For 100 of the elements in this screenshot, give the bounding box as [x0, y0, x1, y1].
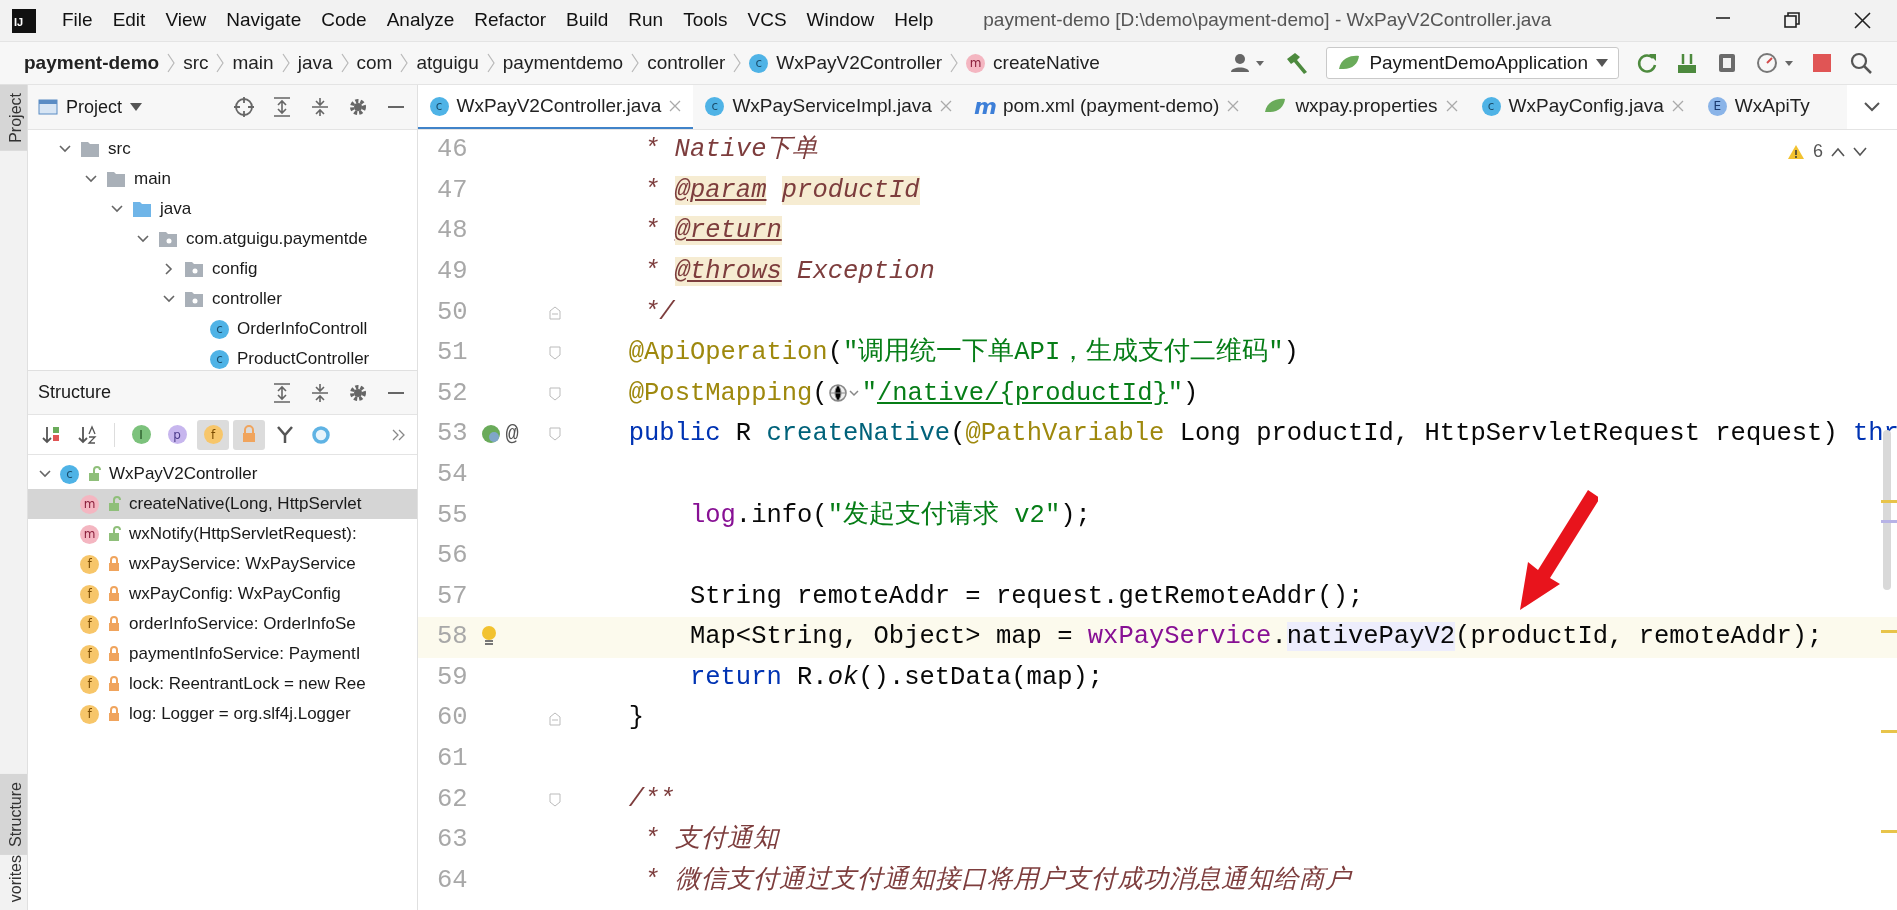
- breadcrumb-item[interactable]: WxPayV2Controller: [776, 48, 943, 78]
- tree-item[interactable]: config: [212, 256, 258, 282]
- menu-item[interactable]: Analyze: [376, 6, 465, 35]
- menu-item[interactable]: Refactor: [464, 6, 557, 35]
- editor-tab[interactable]: wxpay.properties: [1251, 85, 1470, 129]
- more-icon[interactable]: [390, 427, 407, 442]
- menu-item[interactable]: Code: [311, 6, 377, 35]
- breadcrumb-item[interactable]: main: [232, 48, 274, 78]
- chevron-separator-icon: [950, 53, 959, 73]
- code-text: public: [628, 419, 721, 449]
- tree-item[interactable]: com.atguigu.paymentde: [186, 226, 368, 252]
- rerun-icon[interactable]: [1635, 51, 1659, 75]
- structure-item[interactable]: f wxPayService: WxPayService: [28, 549, 417, 579]
- stop-icon[interactable]: [1811, 52, 1833, 74]
- search-icon[interactable]: [1849, 51, 1873, 75]
- code-text: /native/{productId}: [877, 378, 1168, 408]
- menu-item[interactable]: View: [155, 6, 217, 35]
- editor-tab[interactable]: c WxPayServiceImpl.java: [693, 85, 964, 129]
- close-icon[interactable]: [1851, 10, 1873, 31]
- lock-icon: [107, 586, 121, 602]
- caret-icon[interactable]: [130, 103, 143, 111]
- code-text: "调用统一下单API，生成支付二维码": [842, 338, 1284, 368]
- code-text: (: [950, 419, 966, 449]
- structure-item[interactable]: f paymentInfoService: PaymentI: [28, 639, 417, 669]
- structure-item[interactable]: f orderInfoService: OrderInfoSe: [28, 609, 417, 639]
- code-text: /**: [628, 784, 675, 814]
- run-configuration-dropdown[interactable]: PaymentDemoApplication: [1326, 47, 1619, 79]
- gutter-marker[interactable]: @: [505, 417, 519, 451]
- tree-item[interactable]: java: [160, 196, 192, 222]
- tabs-dropdown-icon[interactable]: [1863, 101, 1881, 113]
- menu-item[interactable]: Tools: [673, 6, 738, 35]
- menu-item[interactable]: Build: [556, 6, 619, 35]
- code-text: * Native下单: [644, 135, 819, 165]
- menu-item[interactable]: Navigate: [216, 6, 312, 35]
- bean-icon[interactable]: [479, 423, 502, 446]
- menu-item[interactable]: Help: [884, 6, 944, 35]
- breadcrumb-item[interactable]: atguigu: [416, 48, 479, 78]
- menu-item[interactable]: Run: [618, 6, 674, 35]
- window-title: payment-demo [D:\demo\payment-demo] - WxPayV2Controller.java: [983, 8, 1553, 33]
- code-text: ": [861, 378, 877, 408]
- menu-item[interactable]: VCS: [737, 6, 797, 35]
- breadcrumb-item[interactable]: com: [356, 48, 393, 78]
- tool-window-button[interactable]: vorites: [0, 854, 27, 910]
- line-number: 48: [435, 215, 468, 248]
- line-number: 49: [435, 255, 468, 288]
- editor-tab[interactable]: E WxApiTy: [1695, 85, 1822, 129]
- structure-item[interactable]: m wxNotify(HttpServletRequest):: [28, 519, 417, 549]
- field-icon: f: [80, 554, 99, 574]
- menu-item[interactable]: File: [52, 6, 103, 35]
- code-text: ): [1283, 338, 1299, 368]
- toolbar-toggle[interactable]: p: [161, 419, 193, 450]
- tree-item[interactable]: OrderInfoControll: [237, 316, 368, 342]
- next-icon[interactable]: [1853, 146, 1867, 157]
- code-text: nativePayV2: [1286, 622, 1456, 652]
- tool-window-button[interactable]: Structure: [0, 773, 27, 855]
- line-number: 61: [435, 743, 468, 776]
- code-text: *: [644, 256, 660, 286]
- structure-item[interactable]: f wxPayConfig: WxPayConfig: [28, 579, 417, 609]
- class-icon: c: [60, 464, 79, 484]
- code-text: ok: [827, 662, 859, 692]
- lock-icon: [107, 616, 121, 632]
- panel-title[interactable]: Project: [66, 93, 123, 121]
- tree-item[interactable]: WxPayV2Controller: [109, 461, 258, 487]
- structure-item[interactable]: f lock: ReentrantLock = new Ree: [28, 669, 417, 699]
- tree-item[interactable]: src: [108, 136, 131, 162]
- structure-item[interactable]: m createNative(Long, HttpServlet: [28, 489, 417, 519]
- structure-item[interactable]: f log: Logger = org.slf4j.Logger: [28, 699, 417, 729]
- tree-item[interactable]: ProductController: [237, 346, 370, 370]
- breadcrumb-item[interactable]: controller: [647, 48, 726, 78]
- field-icon: f: [80, 674, 99, 694]
- code-text: @param: [674, 175, 767, 205]
- inspection-widget[interactable]: 6: [1787, 138, 1867, 165]
- locate-icon[interactable]: [232, 96, 255, 118]
- class-icon: c: [210, 319, 229, 339]
- field-icon: f: [80, 644, 99, 664]
- menu-item[interactable]: Edit: [102, 6, 156, 35]
- breadcrumb-item[interactable]: createNative: [993, 48, 1100, 78]
- toolbar-toggle[interactable]: I: [125, 419, 157, 450]
- code-text: R.: [797, 662, 828, 692]
- restore-icon[interactable]: [1781, 10, 1803, 31]
- menu-item[interactable]: Window: [796, 6, 885, 35]
- globe-dropdown-icon[interactable]: [827, 382, 862, 404]
- tool-window-button[interactable]: Project: [0, 85, 27, 151]
- editor-tab[interactable]: c WxPayV2Controller.java: [417, 85, 694, 129]
- package-icon: [184, 260, 204, 278]
- warning-icon: [1787, 143, 1805, 160]
- breadcrumb-item[interactable]: src: [183, 48, 209, 78]
- tree-item[interactable]: controller: [212, 286, 282, 312]
- tree-item[interactable]: main: [134, 166, 171, 192]
- code-text: ": [1167, 378, 1184, 408]
- breadcrumb-item[interactable]: java: [297, 48, 333, 78]
- toolbar-toggle[interactable]: [233, 419, 265, 450]
- toolbar-toggle[interactable]: f: [197, 419, 229, 450]
- editor-tab[interactable]: c WxPayConfig.java: [1469, 85, 1696, 129]
- line-number: 64: [435, 864, 468, 897]
- editor-tab[interactable]: m pom.xml (payment-demo): [963, 85, 1252, 129]
- breadcrumb-item[interactable]: paymentdemo: [502, 48, 624, 78]
- class-icon: c: [429, 96, 449, 116]
- breadcrumb-item[interactable]: payment-demo: [24, 48, 160, 78]
- previous-icon[interactable]: [1831, 146, 1845, 157]
